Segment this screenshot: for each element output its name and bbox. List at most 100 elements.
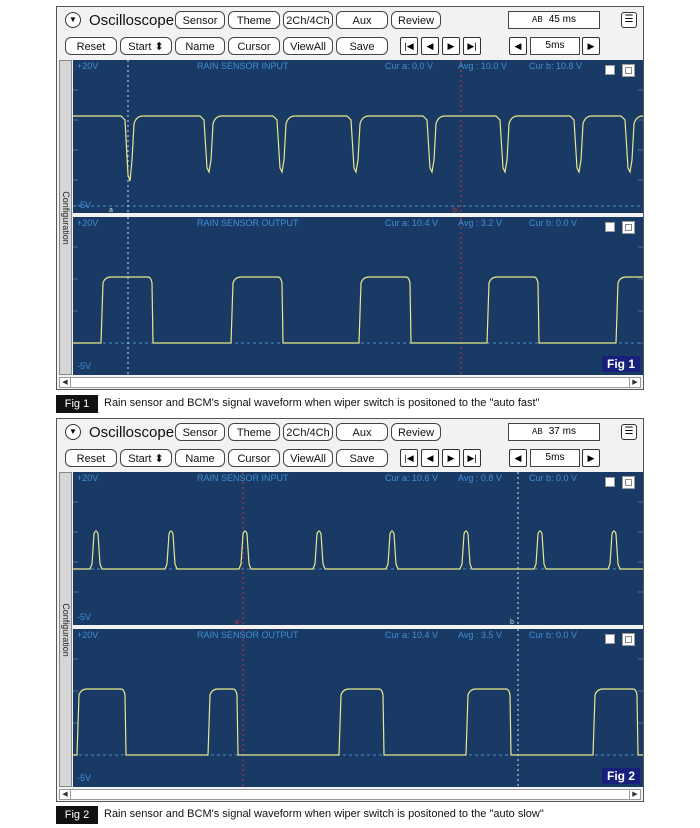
cursor-b-marker: b (453, 207, 457, 213)
save-button[interactable]: Save (336, 449, 388, 467)
input-waveform-graph: a b (73, 60, 643, 213)
name-button[interactable]: Name (175, 37, 225, 55)
reset-button[interactable]: Reset (65, 449, 117, 467)
aux-button[interactable]: Aux (336, 11, 388, 29)
bottom-voltage-label: -5V (77, 200, 92, 210)
configuration-label: Configuration (60, 190, 71, 245)
prev-icon[interactable]: ◀ (421, 449, 439, 467)
top-toolbar: ▼ Oscilloscope Sensor Theme 2Ch/4Ch Aux … (57, 7, 643, 33)
control-toolbar: Reset Start ⬍ Name Cursor ViewAll Save |… (57, 33, 643, 59)
channel-checkbox[interactable] (605, 477, 615, 487)
average-readout: Avg : 10.0 V (458, 61, 507, 71)
channel-input-screen: a b +20V -5V RAIN SENSOR INPUT Cur a: 0.… (73, 60, 643, 213)
scroll-left-icon[interactable]: ◀ (60, 378, 71, 387)
channel-name: RAIN SENSOR INPUT (197, 473, 289, 483)
cursor-button[interactable]: Cursor (228, 37, 280, 55)
name-button[interactable]: Name (175, 449, 225, 467)
timebase-increase-icon[interactable]: ▶ (582, 37, 600, 55)
sensor-button[interactable]: Sensor (175, 11, 225, 29)
oscilloscope-panel-fig1: ▼ Oscilloscope Sensor Theme 2Ch/4Ch Aux … (56, 6, 644, 390)
app-title: Oscilloscope (89, 12, 175, 29)
app-title: Oscilloscope (89, 424, 175, 441)
timebase-increase-icon[interactable]: ▶ (582, 449, 600, 467)
prev-icon[interactable]: ◀ (421, 37, 439, 55)
bottom-voltage-label: -5V (77, 612, 92, 622)
control-toolbar: Reset Start ⬍ Name Cursor ViewAll Save |… (57, 445, 643, 471)
top-voltage-label: +20V (77, 630, 99, 640)
last-icon[interactable]: ▶| (463, 37, 481, 55)
next-icon[interactable]: ▶ (442, 37, 460, 55)
channel-output-screen: +20V -5V RAIN SENSOR OUTPUT Cur a: 10.4 … (73, 629, 643, 787)
cursor-b-readout: Cur b: 0.0 V (529, 473, 578, 483)
channel-settings-icon[interactable] (622, 633, 635, 646)
list-menu-icon[interactable]: ☰ (621, 424, 637, 440)
channel-input-screen: a b +20V -5V RAIN SENSOR INPUT Cur a: 10… (73, 472, 643, 625)
updown-arrows-icon: ⬍ (154, 41, 164, 53)
start-button[interactable]: Start ⬍ (120, 449, 172, 467)
channels-button[interactable]: 2Ch/4Ch (283, 11, 333, 29)
theme-button[interactable]: Theme (228, 11, 280, 29)
cursor-button[interactable]: Cursor (228, 449, 280, 467)
channel-settings-icon[interactable] (622, 221, 635, 234)
channel-checkbox[interactable] (605, 222, 615, 232)
channel-checkbox[interactable] (605, 65, 615, 75)
scroll-right-icon[interactable]: ▶ (629, 378, 640, 387)
start-button[interactable]: Start ⬍ (120, 37, 172, 55)
save-button[interactable]: Save (336, 37, 388, 55)
scroll-right-icon[interactable]: ▶ (629, 790, 640, 799)
cursor-a-readout: Cur a: 0.0 V (385, 61, 434, 71)
cursor-a-readout: Cur a: 10.4 V (385, 630, 439, 640)
channel-settings-icon[interactable] (622, 64, 635, 77)
input-waveform-graph: a b (73, 472, 643, 625)
channel-settings-icon[interactable] (622, 476, 635, 489)
top-voltage-label: +20V (77, 61, 99, 71)
time-readout-value: 37 ms (548, 426, 576, 437)
dropdown-circle-icon[interactable]: ▼ (65, 424, 81, 440)
time-readout-value: 45 ms (548, 14, 576, 25)
aux-button[interactable]: Aux (336, 423, 388, 441)
cursor-a-readout: Cur a: 10.6 V (385, 473, 439, 483)
last-icon[interactable]: ▶| (463, 449, 481, 467)
cursor-b-readout: Cur b: 10.8 V (529, 61, 583, 71)
output-waveform-graph (73, 629, 643, 787)
output-trace (73, 276, 643, 344)
channels-button[interactable]: 2Ch/4Ch (283, 423, 333, 441)
output-trace (73, 688, 643, 756)
list-menu-icon[interactable]: ☰ (621, 12, 637, 28)
viewall-button[interactable]: ViewAll (283, 37, 333, 55)
average-readout: Avg : 3.2 V (458, 218, 502, 228)
sensor-button[interactable]: Sensor (175, 423, 225, 441)
first-icon[interactable]: |◀ (400, 449, 418, 467)
input-trace (73, 115, 643, 182)
scroll-left-icon[interactable]: ◀ (60, 790, 71, 799)
viewall-button[interactable]: ViewAll (283, 449, 333, 467)
top-voltage-label: +20V (77, 218, 99, 228)
reset-button[interactable]: Reset (65, 37, 117, 55)
output-waveform-graph (73, 217, 643, 375)
channel-checkbox[interactable] (605, 634, 615, 644)
updown-arrows-icon: ⬍ (154, 453, 164, 465)
horizontal-scrollbar[interactable]: ◀ ▶ (59, 377, 641, 388)
start-label: Start (128, 453, 152, 465)
input-trace (73, 530, 643, 570)
caption-text: Rain sensor and BCM's signal waveform wh… (104, 808, 544, 820)
theme-button[interactable]: Theme (228, 423, 280, 441)
review-button[interactable]: Review (391, 423, 441, 441)
caption-text: Rain sensor and BCM's signal waveform wh… (104, 397, 540, 409)
figure-badge: Fig 2 (601, 768, 640, 784)
timer-icon: AB (532, 15, 543, 24)
timebase-decrease-icon[interactable]: ◀ (509, 449, 527, 467)
review-button[interactable]: Review (391, 11, 441, 29)
configuration-tab[interactable]: Configuration (59, 472, 72, 787)
timebase-value: 5ms (530, 37, 580, 55)
first-icon[interactable]: |◀ (400, 37, 418, 55)
time-readout: AB 45 ms (508, 11, 600, 29)
next-icon[interactable]: ▶ (442, 449, 460, 467)
timebase-decrease-icon[interactable]: ◀ (509, 37, 527, 55)
figure-badge: Fig 1 (601, 356, 640, 372)
dropdown-circle-icon[interactable]: ▼ (65, 12, 81, 28)
cursor-b-readout: Cur b: 0.0 V (529, 630, 578, 640)
horizontal-scrollbar[interactable]: ◀ ▶ (59, 789, 641, 800)
configuration-tab[interactable]: Configuration (59, 60, 72, 375)
average-readout: Avg : 3.5 V (458, 630, 502, 640)
